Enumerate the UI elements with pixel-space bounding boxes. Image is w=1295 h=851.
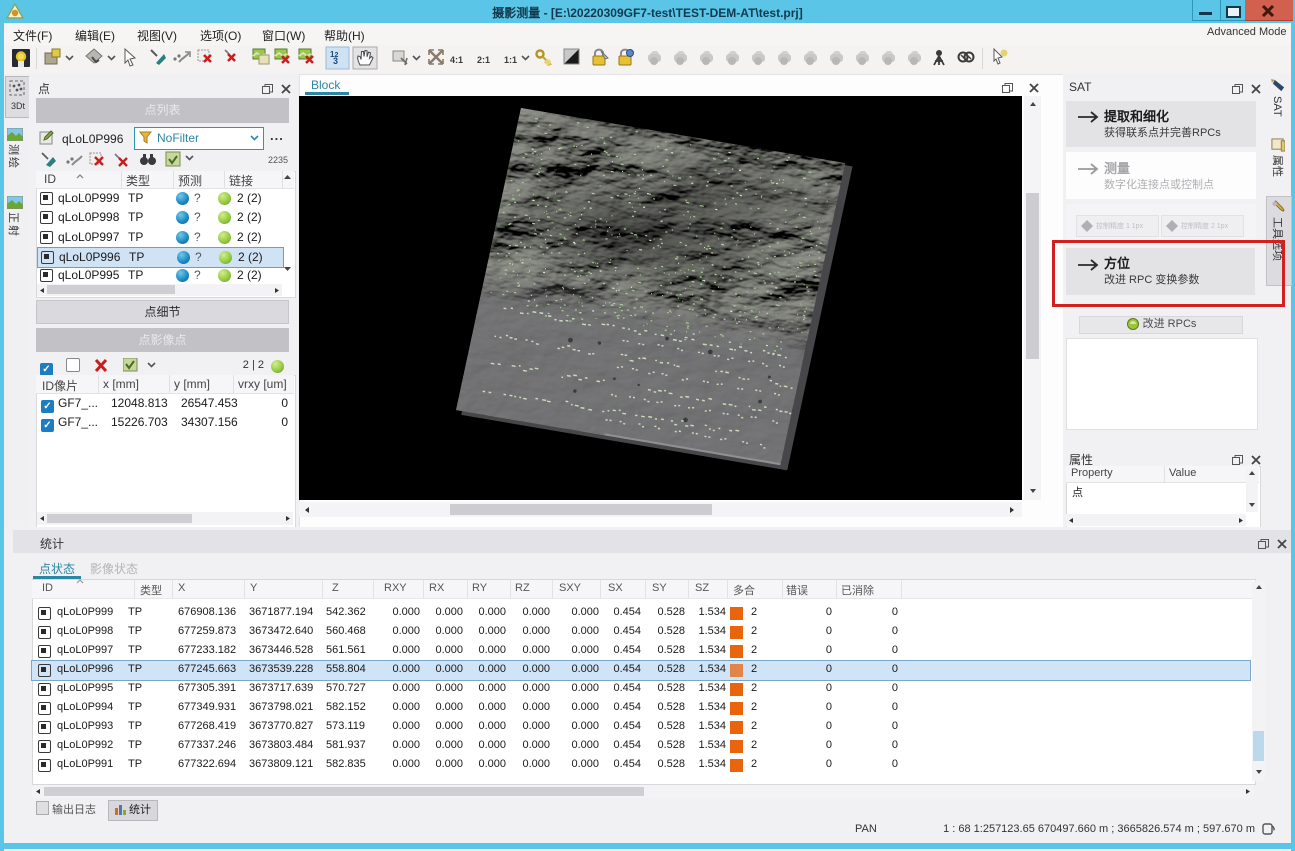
svg-text:3: 3: [333, 56, 338, 66]
svg-text:1:1: 1:1: [504, 55, 517, 65]
svg-text:2:1: 2:1: [477, 55, 490, 65]
svg-text:4:1: 4:1: [450, 55, 463, 65]
svg-text:2235: 2235: [268, 155, 288, 165]
